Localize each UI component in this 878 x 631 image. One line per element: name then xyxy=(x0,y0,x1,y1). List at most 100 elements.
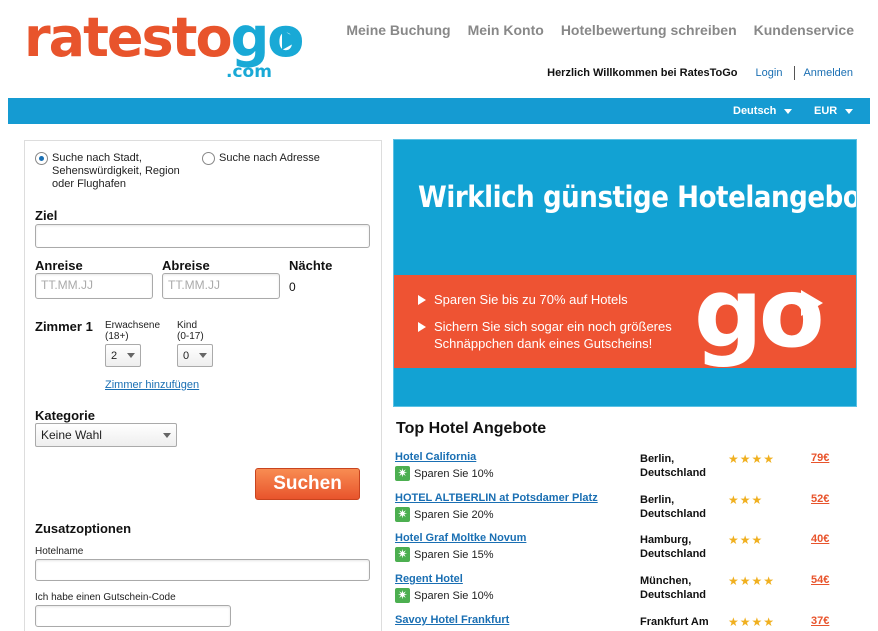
children-value: 0 xyxy=(183,349,190,362)
login-link[interactable]: Login xyxy=(756,67,783,79)
nav-mein-konto[interactable]: Mein Konto xyxy=(468,22,544,38)
offer-row: Savoy Hotel Frankfurt Frankfurt Am ★★★★ … xyxy=(395,614,865,631)
rating-stars-icon: ★★★★ xyxy=(728,574,776,588)
hotel-city: Berlin, Deutschland xyxy=(640,453,707,479)
bullet-text: Sichern Sie sich sogar ein noch größeres… xyxy=(434,319,672,351)
checkout-input[interactable]: TT.MM.JJ xyxy=(162,273,280,299)
savings: ✷ Sparen Sie 20% xyxy=(395,507,494,522)
savings-star-icon: ✷ xyxy=(395,547,410,562)
chevron-down-icon xyxy=(163,432,171,438)
nav-kundenservice[interactable]: Kundenservice xyxy=(754,22,854,38)
adults-label: Erwachsene xyxy=(105,320,161,331)
triangle-bullet-icon xyxy=(418,322,426,332)
price-link[interactable]: 79€ xyxy=(811,452,829,464)
radio-unselected[interactable] xyxy=(202,152,215,165)
hotel-city: Berlin, Deutschland xyxy=(640,494,707,520)
register-link[interactable]: Anmelden xyxy=(803,67,853,79)
offer-row: Hotel California ✷ Sparen Sie 10% Berlin,… xyxy=(395,451,865,491)
category-value: Keine Wahl xyxy=(41,428,102,442)
logo-wordmark: ratestogo xyxy=(24,6,304,69)
savings-star-icon: ✷ xyxy=(395,507,410,522)
rating-stars-icon: ★★★ xyxy=(728,533,764,547)
price-link[interactable]: 52€ xyxy=(811,493,829,505)
offer-row: Hotel Graf Moltke Novum ✷ Sparen Sie 15% … xyxy=(395,532,865,572)
bullet-text: Sparen Sie bis zu 70% auf Hotels xyxy=(434,292,628,307)
logo-arrow-icon xyxy=(282,30,300,50)
top-offers-title: Top Hotel Angebote xyxy=(396,420,547,437)
radio-selected[interactable] xyxy=(35,152,48,165)
price-link[interactable]: 37€ xyxy=(811,615,829,627)
savings: ✷ Sparen Sie 10% xyxy=(395,466,494,481)
logo-domain: .com xyxy=(226,62,272,82)
search-by-address-option[interactable]: Suche nach Adresse xyxy=(202,152,320,165)
currency-selector[interactable]: EUR xyxy=(814,105,854,117)
radio-label: Suche nach Stadt, Sehenswürdigkeit, Regi… xyxy=(52,152,180,190)
rating-stars-icon: ★★★★ xyxy=(728,452,776,466)
hotel-link[interactable]: HOTEL ALTBERLIN at Potsdamer Platz xyxy=(395,492,598,504)
nav-meine-buchung[interactable]: Meine Buchung xyxy=(346,22,450,38)
adults-select[interactable]: 2 xyxy=(105,344,141,367)
chevron-down-icon xyxy=(127,353,135,358)
offer-row: Regent Hotel ✷ Sparen Sie 10% München, Deu… xyxy=(395,573,865,613)
checkin-input[interactable]: TT.MM.JJ xyxy=(35,273,153,299)
hotel-link[interactable]: Hotel Graf Moltke Novum xyxy=(395,532,526,544)
currency-label: EUR xyxy=(814,105,838,117)
hotel-city: Hamburg, Deutschland xyxy=(640,534,707,560)
rating-stars-icon: ★★★★ xyxy=(728,615,776,629)
banner-bullet-1: Sparen Sie bis zu 70% auf Hotels xyxy=(418,291,628,308)
savings: ✷ Sparen Sie 15% xyxy=(395,547,494,562)
play-arrow-icon xyxy=(801,290,823,316)
abreise-label: Abreise xyxy=(162,258,210,273)
search-by-city-option[interactable]: Suche nach Stadt, Sehenswürdigkeit, Regi… xyxy=(35,152,185,191)
banner-title: Wirklich günstige Hotelangebote xyxy=(418,180,857,214)
children-select[interactable]: 0 xyxy=(177,344,213,367)
child-label: Kind xyxy=(177,320,198,331)
search-button[interactable]: Suchen xyxy=(255,468,360,500)
naechte-label: Nächte xyxy=(289,258,333,273)
banner-bullet-2: Sichern Sie sich sogar ein noch größeres… xyxy=(418,318,672,352)
destination-input[interactable] xyxy=(35,224,370,248)
ratestogo-logo[interactable]: ratestogo .com xyxy=(24,6,304,83)
chevron-down-icon xyxy=(199,353,207,358)
savings: ✷ Sparen Sie 10% xyxy=(395,588,494,603)
language-label: Deutsch xyxy=(733,105,777,117)
voucher-label: Ich habe einen Gutschein-Code xyxy=(35,592,176,603)
price-link[interactable]: 54€ xyxy=(811,574,829,586)
kategorie-label: Kategorie xyxy=(35,408,95,423)
account-row: Herzlich Willkommen bei RatesToGo Login … xyxy=(547,66,853,80)
hotel-link[interactable]: Hotel California xyxy=(395,451,476,463)
anreise-label: Anreise xyxy=(35,258,83,273)
category-select[interactable]: Keine Wahl xyxy=(35,423,177,447)
nav-hotelbewertung[interactable]: Hotelbewertung schreiben xyxy=(561,22,737,38)
chevron-down-icon xyxy=(845,108,854,114)
extra-options-label: Zusatzoptionen xyxy=(35,521,132,536)
promo-banner[interactable]: Wirklich günstige Hotelangebote Sparen S… xyxy=(393,139,857,407)
add-room-link[interactable]: Zimmer hinzufügen xyxy=(105,379,199,391)
language-selector[interactable]: Deutsch xyxy=(733,105,793,117)
adults-value: 2 xyxy=(111,349,118,362)
hotelname-label: Hotelname xyxy=(35,546,84,557)
rating-stars-icon: ★★★ xyxy=(728,493,764,507)
triangle-bullet-icon xyxy=(418,295,426,305)
hotel-link[interactable]: Savoy Hotel Frankfurt xyxy=(395,614,509,626)
hotelname-input[interactable] xyxy=(35,559,370,581)
adults-age: (18+) xyxy=(105,331,129,342)
welcome-text: Herzlich Willkommen bei RatesToGo xyxy=(547,67,738,79)
savings-star-icon: ✷ xyxy=(395,466,410,481)
hotel-city: München, Deutschland xyxy=(640,575,707,601)
radio-label: Suche nach Adresse xyxy=(219,152,320,164)
hotel-city: Frankfurt Am xyxy=(640,616,709,628)
room-label: Zimmer 1 xyxy=(35,319,93,334)
nights-value: 0 xyxy=(289,280,296,294)
child-age: (0-17) xyxy=(177,331,204,342)
price-link[interactable]: 40€ xyxy=(811,533,829,545)
settings-bar: Deutsch EUR xyxy=(8,98,870,124)
savings-star-icon: ✷ xyxy=(395,588,410,603)
hotel-link[interactable]: Regent Hotel xyxy=(395,573,463,585)
ziel-label: Ziel xyxy=(35,208,58,223)
chevron-down-icon xyxy=(784,108,793,114)
voucher-input[interactable] xyxy=(35,605,231,627)
offer-row: HOTEL ALTBERLIN at Potsdamer Platz ✷ Spar… xyxy=(395,492,865,532)
divider xyxy=(794,66,796,80)
search-panel: Suche nach Stadt, Sehenswürdigkeit, Regi… xyxy=(24,140,382,631)
